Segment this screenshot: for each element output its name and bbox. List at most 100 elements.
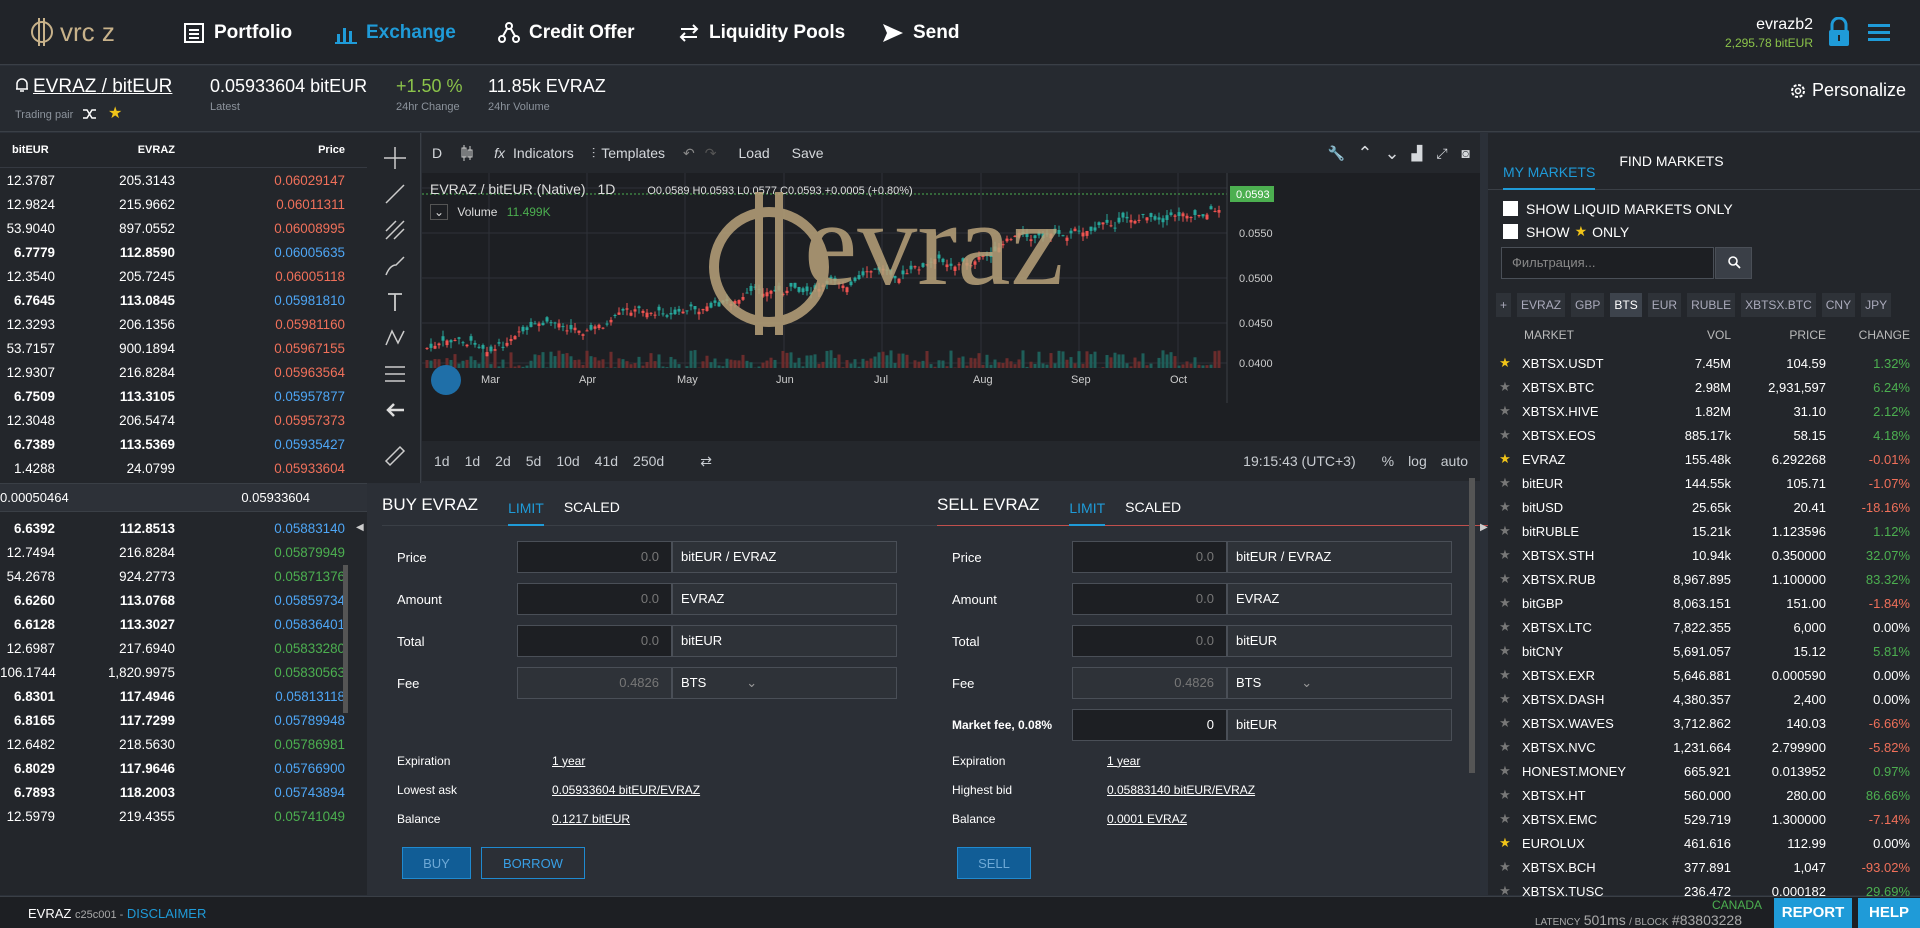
buy-total-input[interactable]: 0.0 xyxy=(517,625,672,657)
star-icon[interactable]: ★ xyxy=(1488,715,1522,731)
candles-icon[interactable] xyxy=(460,144,474,162)
star-icon[interactable]: ★ xyxy=(1488,835,1522,851)
personalize-button[interactable]: Personalize xyxy=(1789,80,1906,101)
interval-button[interactable]: D xyxy=(432,145,442,161)
quote-tab[interactable]: EVRAZ xyxy=(1517,293,1566,317)
sell-tab-limit[interactable]: LIMIT xyxy=(1069,500,1106,526)
templates-button[interactable]: Templates xyxy=(601,145,665,161)
star-icon[interactable]: ★ xyxy=(1488,379,1522,395)
market-filter-input[interactable]: Фильтрация... xyxy=(1501,247,1714,279)
nav-liquidity-pools[interactable]: Liquidity Pools xyxy=(678,20,845,46)
undo-icon[interactable]: ↶ xyxy=(683,145,695,162)
center-scrollbar[interactable] xyxy=(1469,478,1475,773)
search-button[interactable] xyxy=(1715,247,1752,279)
range-1d[interactable]: 1d xyxy=(434,453,450,469)
star-icon[interactable]: ★ xyxy=(1488,787,1522,803)
quote-tab[interactable]: XBTSX.BTC xyxy=(1741,293,1816,317)
bell-icon[interactable] xyxy=(15,77,29,93)
market-row[interactable]: ★ XBTSX.BTC 2.98M 2,931,597 6.24% xyxy=(1488,375,1920,399)
load-button[interactable]: Load xyxy=(739,145,770,161)
nav-send[interactable]: Send xyxy=(882,20,959,46)
market-row[interactable]: ★ XBTSX.USDT 7.45M 104.59 1.32% xyxy=(1488,351,1920,375)
star-icon[interactable]: ★ xyxy=(1488,667,1522,683)
star-icon[interactable]: ★ xyxy=(1488,451,1522,467)
text-tool-icon[interactable] xyxy=(384,291,406,313)
orderbook-row[interactable]: 6.6392 112.8513 0.05883140 xyxy=(0,516,367,540)
nav-exchange[interactable]: Exchange xyxy=(335,20,456,46)
borrow-button[interactable]: BORROW xyxy=(481,847,585,879)
market-row[interactable]: ★ XBTSX.EMC 529.719 1.300000 -7.14% xyxy=(1488,807,1920,831)
range-41d[interactable]: 41d xyxy=(595,453,618,469)
orderbook-row[interactable]: 6.6260 113.0768 0.05859734 xyxy=(0,588,367,612)
market-row[interactable]: ★ EUROLUX 461.616 112.99 0.00% xyxy=(1488,831,1920,855)
orderbook-row[interactable]: 6.7779 112.8590 0.06005635 xyxy=(0,240,367,264)
pattern-icon[interactable] xyxy=(384,327,406,349)
buy-tab-limit[interactable]: LIMIT xyxy=(508,500,544,526)
fullscreen-icon[interactable]: ⤢ xyxy=(1436,145,1447,162)
range-10d[interactable]: 10d xyxy=(556,453,579,469)
save-button[interactable]: Save xyxy=(792,145,824,161)
menu-icon[interactable] xyxy=(1868,23,1890,43)
star-icon[interactable]: ★ xyxy=(1488,859,1522,875)
arrow-left-icon[interactable] xyxy=(384,399,406,421)
orderbook-row[interactable]: 6.7893 118.2003 0.05743894 xyxy=(0,780,367,804)
orderbook-row[interactable]: 6.8165 117.7299 0.05789948 xyxy=(0,708,367,732)
star-icon[interactable]: ★ xyxy=(1488,619,1522,635)
collapse-icon[interactable]: ⌄ xyxy=(430,204,449,220)
lock-icon[interactable] xyxy=(1827,17,1851,47)
star-icon[interactable]: ★ xyxy=(1488,763,1522,779)
buy-exp-value[interactable]: 1 year xyxy=(552,754,585,768)
orderbook-scrollbar[interactable] xyxy=(343,565,348,713)
market-row[interactable]: ★ XBTSX.EOS 885.17k 58.15 4.18% xyxy=(1488,423,1920,447)
trend-line-icon[interactable] xyxy=(384,183,406,205)
tab-find-markets[interactable]: FIND MARKETS xyxy=(1619,153,1723,179)
chart-area-icon[interactable]: ▟ xyxy=(1412,145,1423,162)
quote-tab[interactable]: BTS xyxy=(1610,293,1642,317)
sell-tab-scaled[interactable]: SCALED xyxy=(1125,499,1181,515)
orderbook-row[interactable]: 1.4288 24.0799 0.05933604 xyxy=(0,456,367,480)
star-icon[interactable]: ★ xyxy=(1488,595,1522,611)
orderbook-row[interactable]: 6.7645 113.0845 0.05981810 xyxy=(0,288,367,312)
market-row[interactable]: ★ XBTSX.HT 560.000 280.00 86.66% xyxy=(1488,783,1920,807)
orderbook-row[interactable]: 6.7509 113.3105 0.05957877 xyxy=(0,384,367,408)
market-row[interactable]: ★ bitEUR 144.55k 105.71 -1.07% xyxy=(1488,471,1920,495)
market-row[interactable]: ★ XBTSX.WAVES 3,712.862 140.03 -6.66% xyxy=(1488,711,1920,735)
sell-price-input[interactable]: 0.0 xyxy=(1072,541,1227,573)
star-icon[interactable]: ★ xyxy=(1488,643,1522,659)
orderbook-row[interactable]: 53.9040 897.0552 0.06008995 xyxy=(0,216,367,240)
wrench-icon[interactable]: 🔧 xyxy=(1328,145,1345,162)
market-row[interactable]: ★ XBTSX.DASH 4,380.357 2,400 0.00% xyxy=(1488,687,1920,711)
collapse-right-icon[interactable]: ▶ xyxy=(1480,522,1488,533)
buy-lowask-value[interactable]: 0.05933604 bitEUR/EVRAZ xyxy=(552,783,700,797)
star-icon[interactable]: ★ xyxy=(1488,427,1522,443)
orderbook-row[interactable]: 12.9824 215.9662 0.06011311 xyxy=(0,192,367,216)
orderbook-row[interactable]: 12.3787 205.3143 0.06029147 xyxy=(0,168,367,192)
market-row[interactable]: ★ XBTSX.LTC 7,822.355 6,000 0.00% xyxy=(1488,615,1920,639)
buy-balance-value[interactable]: 0.1217 bitEUR xyxy=(552,812,630,826)
shuffle-icon[interactable] xyxy=(82,108,97,120)
star-icon[interactable]: ★ xyxy=(1488,547,1522,563)
sell-marketfee-input[interactable]: 0 xyxy=(1072,709,1227,741)
market-row[interactable]: ★ XBTSX.NVC 1,231.664 2.799900 -5.82% xyxy=(1488,735,1920,759)
market-row[interactable]: ★ bitUSD 25.65k 20.41 -18.16% xyxy=(1488,495,1920,519)
market-row[interactable]: ★ HONEST.MONEY 665.921 0.013952 0.97% xyxy=(1488,759,1920,783)
market-row[interactable]: ★ XBTSX.BCH 377.891 1,047 -93.02% xyxy=(1488,855,1920,879)
quote-tab[interactable]: JPY xyxy=(1861,293,1892,317)
market-row[interactable]: ★ EVRAZ 155.48k 6.292268 -0.01% xyxy=(1488,447,1920,471)
buy-price-input[interactable]: 0.0 xyxy=(517,541,672,573)
chevron-down-icon[interactable]: ⌄ xyxy=(1384,143,1399,164)
star-icon[interactable]: ★ xyxy=(1488,403,1522,419)
orderbook-row[interactable]: 12.6987 217.6940 0.05833280 xyxy=(0,636,367,660)
orderbook-row[interactable]: 12.9307 216.8284 0.05963564 xyxy=(0,360,367,384)
orderbook-row[interactable]: 12.3540 205.7245 0.06005118 xyxy=(0,264,367,288)
market-row[interactable]: ★ XBTSX.EXR 5,646.881 0.000590 0.00% xyxy=(1488,663,1920,687)
redo-icon[interactable]: ↷ xyxy=(705,145,717,162)
orderbook-row[interactable]: 12.3293 206.1356 0.05981160 xyxy=(0,312,367,336)
star-icon[interactable]: ★ xyxy=(1488,739,1522,755)
auto-toggle[interactable]: auto xyxy=(1441,453,1468,469)
nav-portfolio[interactable]: Portfolio xyxy=(183,20,292,46)
indicators-button[interactable]: Indicators xyxy=(513,145,574,161)
brush-icon[interactable] xyxy=(384,255,406,277)
buy-button[interactable]: BUY xyxy=(402,847,471,879)
starred-only-checkbox[interactable]: SHOW ★ ONLY xyxy=(1503,220,1920,243)
